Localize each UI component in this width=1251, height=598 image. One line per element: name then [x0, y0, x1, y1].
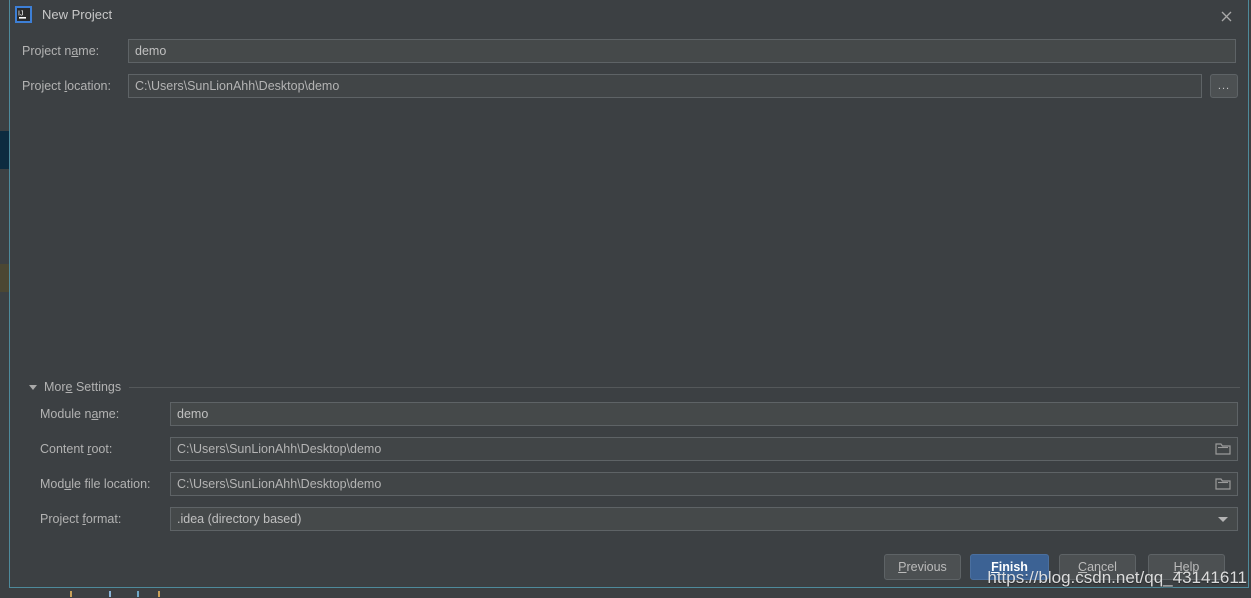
content-root-label: Content root: — [40, 442, 113, 456]
module-file-location-label: Module file location: — [40, 477, 151, 491]
project-name-row: Project name: demo — [22, 39, 1238, 63]
more-settings-toggle[interactable]: More Settings — [28, 379, 1240, 395]
project-format-row: Project format: .idea (directory based) — [40, 507, 1238, 531]
module-name-row: Module name: demo — [40, 402, 1238, 426]
content-root-value: C:\Users\SunLionAhh\Desktop\demo — [177, 442, 382, 456]
project-location-row: Project location: C:\Users\SunLionAhh\De… — [22, 74, 1238, 98]
new-project-dialog: IJ New Project Project name: demo Projec… — [9, 0, 1249, 588]
previous-button[interactable]: Previous — [884, 554, 961, 580]
module-file-location-input[interactable]: C:\Users\SunLionAhh\Desktop\demo — [170, 472, 1238, 496]
chevron-down-icon — [29, 385, 37, 390]
project-location-label: Project location: — [22, 79, 111, 93]
close-icon[interactable] — [1216, 6, 1236, 26]
folder-icon[interactable] — [1215, 442, 1231, 456]
project-format-label: Project format: — [40, 512, 122, 526]
project-location-input[interactable]: C:\Users\SunLionAhh\Desktop\demo — [128, 74, 1202, 98]
svg-text:IJ: IJ — [18, 11, 23, 18]
background-tick — [70, 591, 72, 597]
more-settings-label: More Settings — [44, 380, 122, 394]
intellij-idea-icon: IJ — [15, 6, 32, 23]
project-name-label: Project name: — [22, 44, 100, 58]
chevron-down-icon[interactable] — [1217, 515, 1229, 523]
background-accent-olive — [0, 264, 9, 292]
background-bottom-bar — [0, 590, 1251, 598]
content-root-input[interactable]: C:\Users\SunLionAhh\Desktop\demo — [170, 437, 1238, 461]
project-name-input[interactable]: demo — [128, 39, 1236, 63]
background-left-strip — [0, 0, 9, 598]
background-tick — [109, 591, 111, 597]
cancel-button[interactable]: Cancel — [1059, 554, 1136, 580]
project-location-browse-button[interactable]: ... — [1210, 74, 1238, 98]
folder-icon[interactable] — [1215, 477, 1231, 491]
content-root-row: Content root: C:\Users\SunLionAhh\Deskto… — [40, 437, 1238, 461]
module-file-location-row: Module file location: C:\Users\SunLionAh… — [40, 472, 1238, 496]
finish-button[interactable]: Finish — [970, 554, 1049, 580]
module-name-label: Module name: — [40, 407, 120, 421]
module-name-input[interactable]: demo — [170, 402, 1238, 426]
dialog-titlebar: IJ New Project — [10, 0, 1248, 31]
dialog-title: New Project — [42, 7, 113, 22]
help-button[interactable]: Help — [1148, 554, 1225, 580]
project-format-select[interactable]: .idea (directory based) — [170, 507, 1238, 531]
background-tick — [137, 591, 139, 597]
more-settings-separator — [129, 386, 1240, 388]
project-format-value: .idea (directory based) — [177, 512, 302, 526]
background-tick — [158, 591, 160, 597]
background-accent-navy — [0, 131, 9, 169]
module-file-location-value: C:\Users\SunLionAhh\Desktop\demo — [177, 477, 382, 491]
